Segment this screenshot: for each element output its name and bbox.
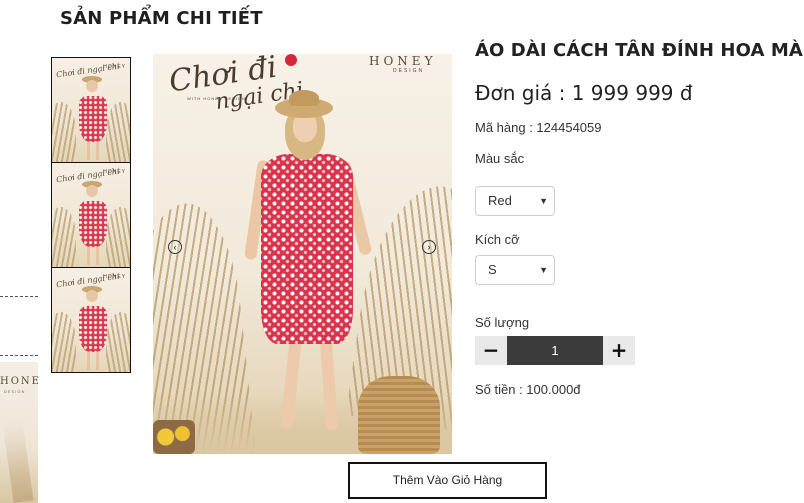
thumbnail-3[interactable]: Chơi đi ngại chi HONEY [51,267,131,373]
main-product-image: Chơi đi ngại chi WITH HONEY DESIGN HONEY… [153,54,452,454]
product-price: Đơn giá : 1 999 999 đ [475,81,693,105]
decor-basket [358,376,440,454]
product-code: Mã hàng : 124454059 [475,120,602,135]
size-select[interactable]: S ▼ [475,255,555,285]
thumbnail-brand: HONEY [103,169,126,175]
thumbnail-brand: HONEY [103,274,126,280]
quantity-increase-button[interactable]: + [603,336,635,365]
color-select[interactable]: Red ▼ [475,186,555,216]
chevron-down-icon: ▼ [539,265,548,275]
brand-logo-subtext: DESIGN [4,389,26,394]
image-brand-logo: HONEY [369,54,437,68]
model-dress [79,201,107,247]
product-title: ÁO DÀI CÁCH TÂN ĐÍNH HOA MÀU [475,40,804,61]
decor-palm [52,312,76,372]
quantity-stepper: − 1 + [475,336,635,365]
image-brand-subtext: DESIGN [393,68,425,74]
chevron-down-icon: ▼ [539,196,548,206]
size-select-value: S [488,262,497,277]
model-head [86,185,98,197]
divider [0,355,38,356]
prev-image-arrow-icon[interactable]: ‹ [168,240,182,254]
image-with-text: WITH HONEY DESIGN [187,96,246,101]
product-info: ÁO DÀI CÁCH TÂN ĐÍNH HOA MÀU Đơn giá : 1… [475,40,804,397]
decor-palm [52,102,76,162]
color-select-value: Red [488,193,512,208]
quantity-label: Số lượng [475,315,530,330]
thumbnail-brand: HONEY [103,64,126,70]
side-product-image[interactable]: HONEY DESIGN [0,362,38,503]
thumbnail-1[interactable]: Chơi đi ngại chi HONEY [51,57,131,163]
model-legs [87,142,99,160]
divider [0,296,38,297]
model-dress [79,96,107,142]
quantity-input[interactable]: 1 [507,336,603,365]
page-title: SẢN PHẨM CHI TIẾT [60,8,263,29]
decor-palm [106,102,130,162]
color-label: Màu sắc [475,151,525,166]
total-amount: Số tiền : 100.000đ [475,382,581,397]
model-legs [87,352,99,370]
next-image-arrow-icon[interactable]: › [422,240,436,254]
model-hat-crown [289,90,319,106]
size-label: Kích cỡ [475,232,520,247]
thumbnail-2[interactable]: Chơi đi ngại chi HONEY [51,162,131,268]
decor-lemons [153,420,195,454]
flower-icon [285,54,297,66]
decor-palm [52,207,76,267]
model-legs [87,247,99,265]
brand-logo-text: HONEY [0,376,38,387]
thumbnail-list: Chơi đi ngại chi HONEY Chơi đi ngại chi … [51,57,131,373]
decor-palm [106,312,130,372]
model-dress [79,306,107,352]
decor-leaf [2,420,34,503]
model-dress [261,154,353,344]
add-to-cart-button[interactable]: Thêm Vào Giỏ Hàng [348,462,547,499]
model-head [86,80,98,92]
decor-palm [106,207,130,267]
quantity-decrease-button[interactable]: − [475,336,507,365]
model-head [86,290,98,302]
